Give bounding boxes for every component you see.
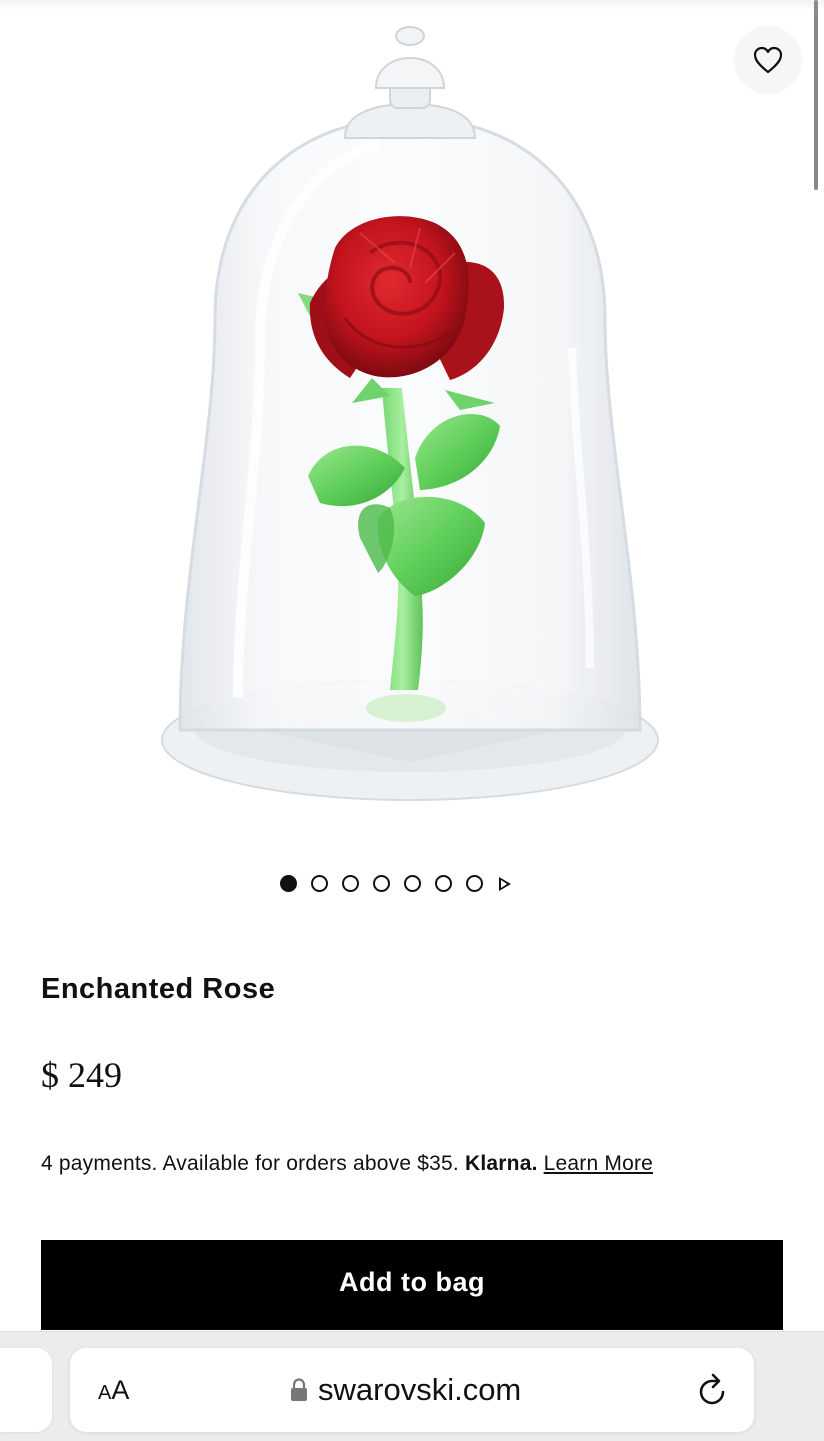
address-bar[interactable]: AA swarovski.com [70, 1348, 754, 1432]
gallery-dot-3[interactable] [342, 875, 359, 892]
scrollbar-thumb[interactable] [814, 0, 818, 190]
add-to-bag-button[interactable]: Add to bag [41, 1240, 783, 1330]
lock-icon [291, 1378, 307, 1401]
url-display[interactable]: swarovski.com [290, 1372, 521, 1408]
page-top-edge [0, 0, 824, 10]
gallery-dot-2[interactable] [311, 875, 328, 892]
wishlist-button[interactable] [734, 26, 802, 94]
product-price: $ 249 [41, 1055, 122, 1095]
gallery-dot-4[interactable] [373, 875, 390, 892]
payment-info: 4 payments. Available for orders above $… [41, 1152, 653, 1176]
gallery-dot-6[interactable] [435, 875, 452, 892]
heart-outline-icon [753, 46, 783, 74]
payment-text: 4 payments. Available for orders above $… [41, 1152, 459, 1175]
klarna-label: Klarna. [465, 1152, 538, 1175]
play-icon[interactable] [499, 876, 511, 891]
url-text: swarovski.com [318, 1372, 522, 1407]
product-image[interactable] [120, 18, 700, 818]
learn-more-link[interactable]: Learn More [544, 1152, 653, 1175]
gallery-dot-1[interactable] [280, 875, 297, 892]
text-size-button[interactable]: AA [98, 1375, 129, 1406]
product-title: Enchanted Rose [41, 973, 276, 1005]
gallery-dot-5[interactable] [404, 875, 421, 892]
gallery-pagination [280, 875, 511, 892]
browser-toolbar: AA swarovski.com [0, 1331, 824, 1441]
gallery-dot-7[interactable] [466, 875, 483, 892]
reload-icon[interactable] [696, 1372, 730, 1408]
previous-tab[interactable] [0, 1348, 52, 1432]
